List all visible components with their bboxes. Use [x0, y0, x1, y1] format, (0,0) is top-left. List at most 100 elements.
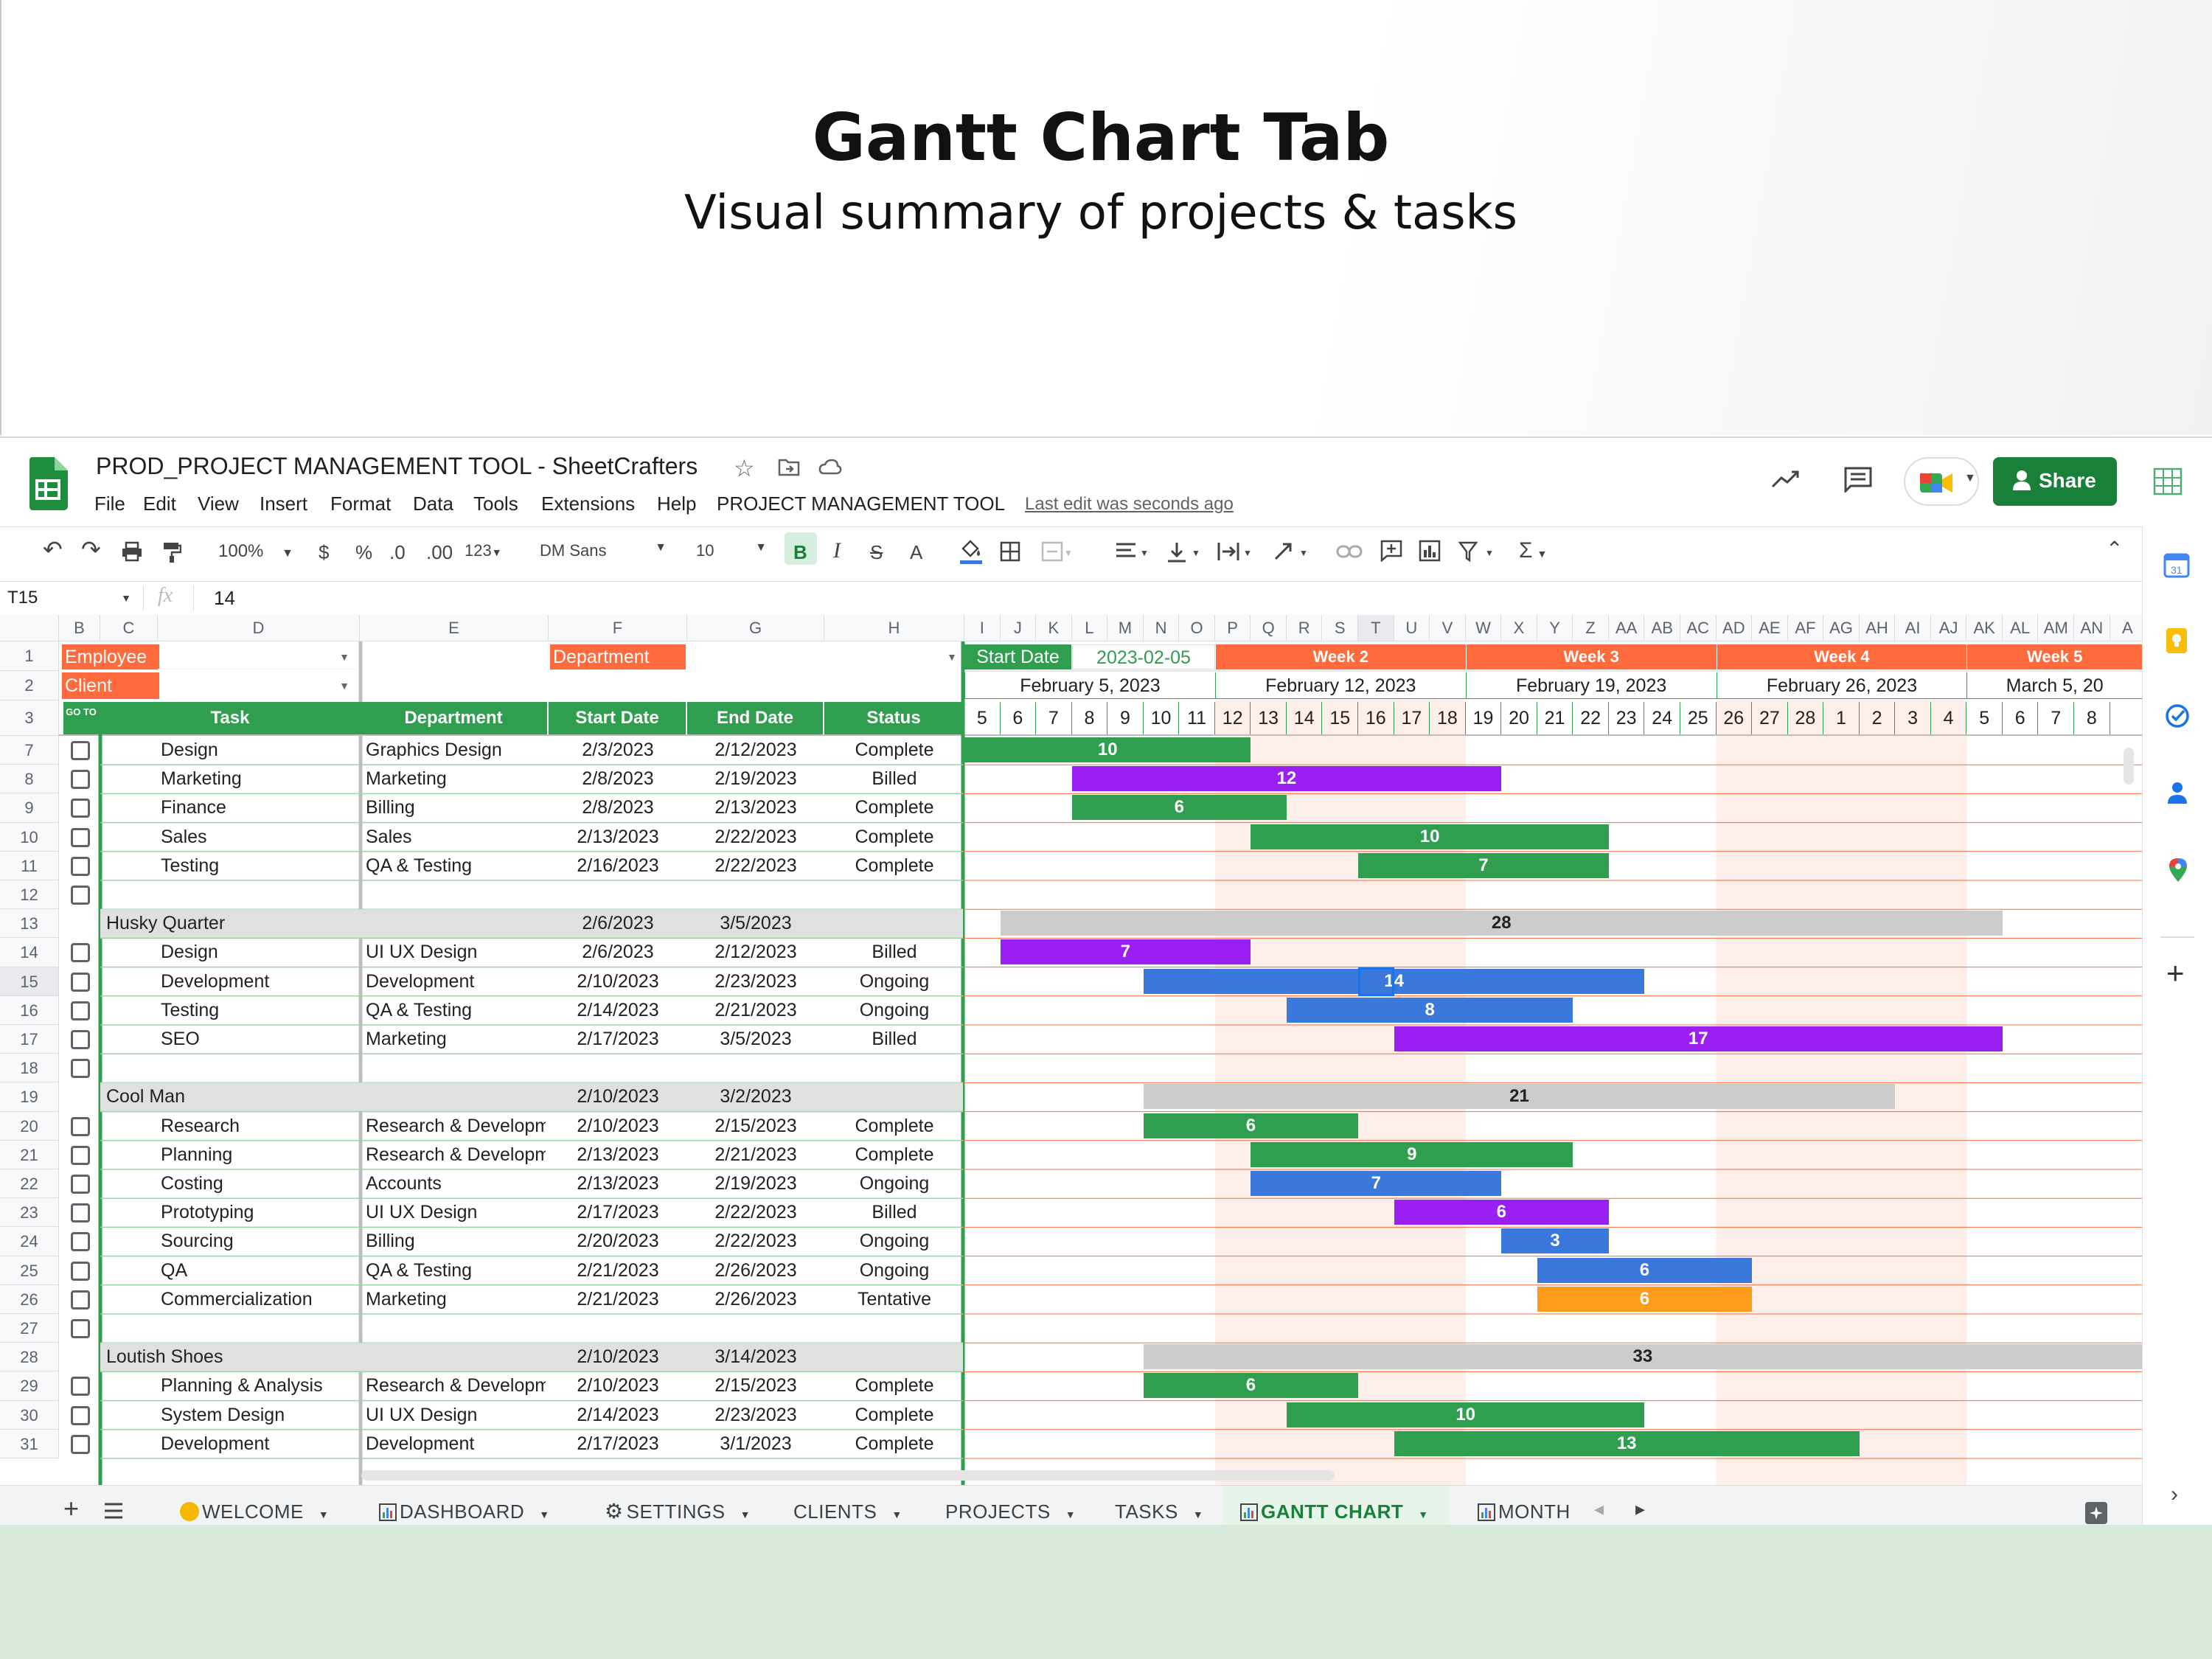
row-number[interactable]: 27: [0, 1314, 59, 1343]
status-cell[interactable]: Billed: [824, 1198, 964, 1227]
insert-link-icon[interactable]: [1336, 544, 1363, 559]
task-department[interactable]: Development: [366, 1430, 546, 1458]
expand-panel-icon[interactable]: ›: [2171, 1482, 2178, 1507]
column-header[interactable]: AE: [1752, 615, 1788, 641]
gantt-bar[interactable]: 10: [1286, 1402, 1645, 1427]
status-cell[interactable]: Tentative: [824, 1285, 964, 1314]
gantt-bar[interactable]: 3: [1501, 1228, 1609, 1254]
insert-chart-icon[interactable]: [1419, 540, 1441, 562]
task-department[interactable]: Accounts: [366, 1169, 546, 1198]
end-date-cell[interactable]: 2/21/2023: [687, 996, 824, 1025]
department-filter-dropdown[interactable]: ▼: [687, 644, 964, 669]
status-cell[interactable]: Ongoing: [824, 1227, 964, 1256]
select-all-corner[interactable]: [0, 615, 59, 641]
currency-format-button[interactable]: $: [319, 541, 329, 564]
task-name[interactable]: Design: [161, 736, 355, 765]
collapse-toolbar-icon[interactable]: ⌃: [2106, 537, 2123, 561]
column-header[interactable]: F: [549, 615, 687, 641]
status-cell[interactable]: Complete: [824, 1401, 964, 1430]
task-name[interactable]: Planning: [161, 1141, 355, 1169]
star-icon[interactable]: ☆: [734, 454, 755, 482]
contacts-icon[interactable]: [2166, 780, 2188, 805]
add-addon-icon[interactable]: +: [2166, 956, 2185, 991]
trending-icon[interactable]: [1771, 469, 1801, 490]
undo-icon[interactable]: ↶: [43, 535, 63, 563]
gantt-bar[interactable]: 7: [1358, 852, 1609, 878]
task-name[interactable]: Development: [161, 1430, 355, 1458]
task-name[interactable]: System Design: [161, 1401, 355, 1430]
menu-project-management-tool[interactable]: PROJECT MANAGEMENT TOOL: [717, 493, 1005, 515]
menu-data[interactable]: Data: [413, 493, 453, 515]
row-number[interactable]: 16: [0, 995, 59, 1025]
row-number[interactable]: 9: [0, 793, 59, 823]
goto-checkbox[interactable]: [71, 1175, 90, 1194]
goto-checkbox[interactable]: [71, 1290, 90, 1310]
row-number[interactable]: 22: [0, 1169, 59, 1199]
gantt-bar[interactable]: 8: [1286, 997, 1573, 1023]
increase-decimal-button[interactable]: .00: [426, 541, 453, 564]
gantt-bar[interactable]: 10: [964, 737, 1251, 762]
end-date-cell[interactable]: 3/5/2023: [687, 1025, 824, 1054]
font-family-select[interactable]: DM Sans ▼: [540, 541, 667, 560]
goto-checkbox[interactable]: [71, 741, 90, 760]
menu-edit[interactable]: Edit: [143, 493, 176, 515]
row-number[interactable]: 15: [0, 967, 59, 996]
row-number[interactable]: 30: [0, 1400, 59, 1430]
status-cell[interactable]: Billed: [824, 1025, 964, 1054]
goto-checkbox[interactable]: [71, 886, 90, 905]
start-date-input[interactable]: 2023-02-05: [1072, 644, 1215, 669]
end-date-cell[interactable]: 2/23/2023: [687, 967, 824, 996]
goto-checkbox[interactable]: [71, 1145, 90, 1165]
gantt-bar[interactable]: 9: [1251, 1141, 1573, 1167]
keep-icon[interactable]: [2165, 627, 2188, 655]
calendar-icon[interactable]: 31: [2163, 552, 2190, 578]
task-department[interactable]: UI UX Design: [366, 1401, 546, 1430]
italic-button[interactable]: I: [833, 538, 841, 563]
task-department[interactable]: QA & Testing: [366, 996, 546, 1025]
task-department[interactable]: Marketing: [366, 1285, 546, 1314]
text-color-button[interactable]: A: [910, 541, 922, 564]
column-header[interactable]: M: [1107, 615, 1144, 641]
gantt-bar[interactable]: 10: [1251, 824, 1609, 849]
gantt-bar[interactable]: 33: [1143, 1344, 2142, 1370]
start-date-cell[interactable]: 2/6/2023: [549, 938, 687, 967]
task-name[interactable]: Testing: [161, 996, 355, 1025]
spreadsheet-grid[interactable]: B C D E F G H I J K L M N O P Q R S T U V W X Y Z AA AB AC AD AE AF AG A…: [0, 615, 2142, 1498]
vertical-scrollbar[interactable]: [2124, 748, 2134, 785]
end-date-cell[interactable]: 2/15/2023: [687, 1371, 824, 1400]
column-header[interactable]: X: [1501, 615, 1537, 641]
task-name[interactable]: Research: [161, 1112, 355, 1141]
status-cell[interactable]: Complete: [824, 793, 964, 822]
column-header[interactable]: B: [59, 615, 100, 641]
end-date-cell[interactable]: 2/26/2023: [687, 1285, 824, 1314]
selected-cell[interactable]: [1358, 967, 1394, 996]
number-format-select[interactable]: 123▼: [465, 541, 502, 560]
goto-checkbox[interactable]: [71, 770, 90, 790]
task-name[interactable]: QA: [161, 1256, 355, 1285]
print-icon[interactable]: [121, 541, 143, 562]
start-date-cell[interactable]: 2/13/2023: [549, 1169, 687, 1198]
goto-checkbox[interactable]: [71, 1434, 90, 1454]
status-cell[interactable]: Complete: [824, 1141, 964, 1169]
start-date-cell[interactable]: 2/20/2023: [549, 1227, 687, 1256]
percent-format-button[interactable]: %: [355, 541, 372, 564]
status-cell[interactable]: Ongoing: [824, 1169, 964, 1198]
task-name[interactable]: Sourcing: [161, 1227, 355, 1256]
gantt-bar[interactable]: 17: [1394, 1026, 2003, 1051]
column-header[interactable]: G: [687, 615, 824, 641]
row-number[interactable]: 12: [0, 880, 59, 910]
align-horizontal-icon[interactable]: ▼: [1115, 541, 1150, 562]
paint-format-icon[interactable]: [162, 541, 181, 563]
menu-extensions[interactable]: Extensions: [541, 493, 635, 515]
task-department[interactable]: Graphics Design: [366, 736, 546, 765]
borders-icon[interactable]: [1000, 541, 1020, 562]
row-number[interactable]: 13: [0, 909, 59, 939]
goto-checkbox[interactable]: [71, 799, 90, 818]
menu-format[interactable]: Format: [330, 493, 391, 515]
name-box[interactable]: T15 ▼: [7, 584, 134, 612]
end-date-cell[interactable]: 3/2/2023: [687, 1082, 824, 1111]
status-cell[interactable]: Complete: [824, 1112, 964, 1141]
all-sheets-button[interactable]: [103, 1502, 124, 1523]
goto-checkbox[interactable]: [71, 972, 90, 992]
column-header[interactable]: R: [1286, 615, 1323, 641]
